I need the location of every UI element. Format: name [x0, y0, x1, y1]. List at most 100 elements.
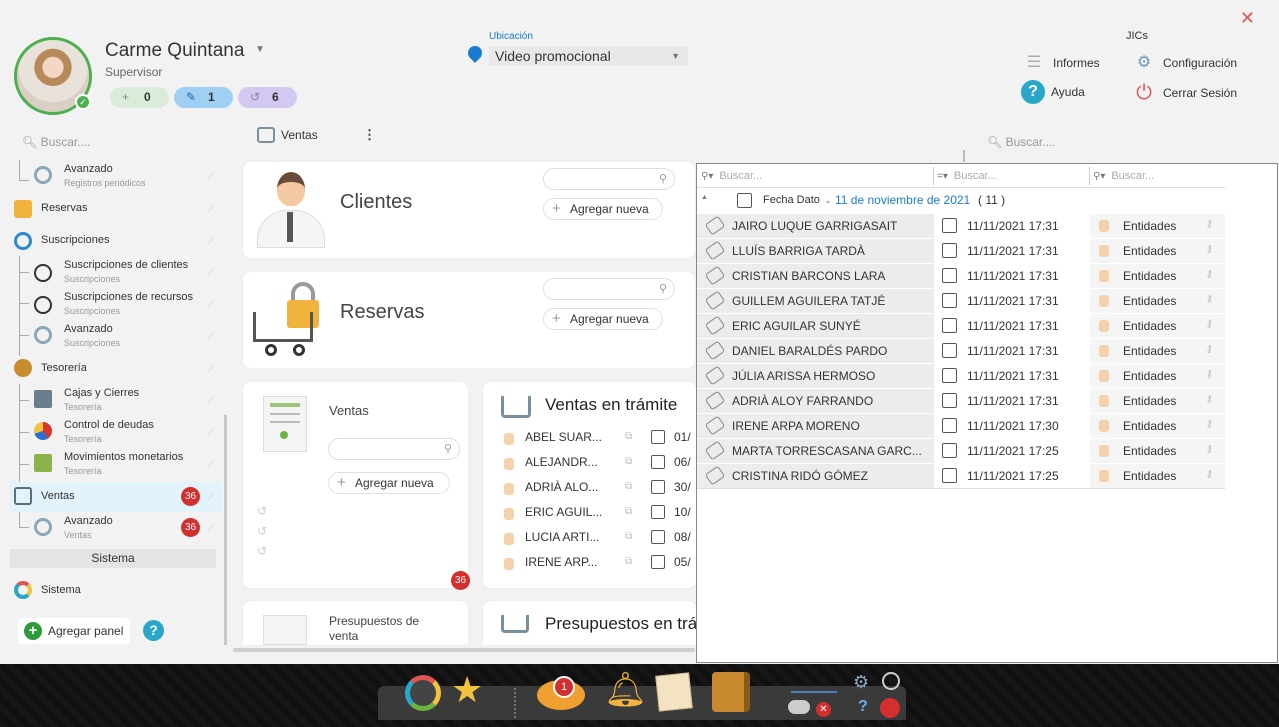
informes-button[interactable]: ☰ Informes — [1021, 50, 1100, 76]
search-key-icon[interactable]: ⚷ — [1206, 369, 1213, 380]
horizontal-scrollbar[interactable] — [233, 648, 695, 652]
clientes-search-input[interactable]: ⚲ — [543, 168, 675, 190]
gear-icon[interactable]: ⚙ — [853, 672, 869, 693]
cerrar-sesion-button[interactable]: ⏻ Cerrar Sesión — [1131, 80, 1237, 106]
user-name[interactable]: Carme Quintana — [105, 40, 244, 62]
pin-icon[interactable]: ⟋ — [208, 458, 214, 469]
sidebar-item-suscripciones-clientes[interactable]: Suscripciones de clientes Suscripciones … — [10, 256, 222, 288]
search-key-icon[interactable]: ⚷ — [1206, 444, 1213, 455]
configuracion-button[interactable]: ⚙ Configuración — [1131, 50, 1237, 76]
filter-name-input[interactable]: ⚲▾ Buscar... — [701, 164, 931, 188]
history-icon[interactable]: ↺ — [257, 524, 267, 538]
wallet-icon[interactable] — [712, 672, 750, 712]
sidebar-item-cajas-cierres[interactable]: Cajas y Cierres Tesorería ⟋ — [10, 384, 222, 416]
ayuda-button[interactable]: ? Ayuda — [1021, 80, 1085, 104]
clientes-add-button[interactable]: + Agregar nueva — [543, 198, 663, 220]
pin-icon[interactable]: ⟋ — [208, 204, 214, 215]
status-icon[interactable] — [791, 673, 837, 693]
table-row[interactable]: JÚLIA ARISSA HERMOSO 11/11/2021 17:31 Enti… — [697, 364, 1225, 389]
table-row[interactable]: LLUÍS BARRIGA TARDÀ 11/11/2021 17:31 Entid… — [697, 239, 1225, 264]
table-row[interactable]: IRENE ARPA MORENO 11/11/2021 17:30 Entidad… — [697, 414, 1225, 439]
pin-icon[interactable]: ⟋ — [208, 364, 214, 375]
sidebar-item-sistema[interactable]: Sistema — [14, 580, 226, 602]
search-key-icon[interactable]: ⚷ — [1206, 269, 1213, 280]
error-icon[interactable]: ✕ — [816, 702, 831, 717]
open-external-icon[interactable]: ⧉ — [625, 556, 632, 567]
list-item[interactable]: LUCIA ARTI... ⧉ 08/ — [498, 526, 698, 551]
pin-icon[interactable] — [880, 698, 900, 718]
right-search-input[interactable]: 🔍︎ Buscar.... — [987, 135, 1056, 149]
close-icon[interactable]: ✕ — [1240, 8, 1255, 29]
search-key-icon[interactable]: ⚷ — [1206, 219, 1213, 230]
list-item[interactable]: ALEJANDR... ⧉ 06/ — [498, 451, 698, 476]
equals-icon[interactable]: =▾ — [937, 171, 948, 182]
add-panel-button[interactable]: + Agregar panel — [18, 618, 130, 644]
table-row[interactable]: ADRIÀ ALOY FARRANDO 11/11/2021 17:31 Entid… — [697, 389, 1225, 414]
search-key-icon[interactable]: ⚷ — [1206, 394, 1213, 405]
help-icon[interactable]: ? — [858, 698, 868, 716]
pin-icon[interactable]: ⟋ — [208, 426, 214, 437]
sidebar-item-avanzado-registros[interactable]: Avanzado Registros periódicos ⟋ — [10, 160, 222, 192]
table-row[interactable]: ERIC AGUILAR SUNYÉ 11/11/2021 17:31 Entida… — [697, 314, 1225, 339]
star-icon[interactable]: ★ — [451, 672, 483, 708]
search-key-icon[interactable]: ⚷ — [1206, 344, 1213, 355]
chevron-down-icon[interactable]: ▼ — [255, 44, 265, 55]
sidebar-item-tesoreria[interactable]: Tesorería ⟋ — [10, 358, 222, 380]
location-select[interactable]: Video promocional ▼ — [489, 46, 688, 66]
sidebar-item-suscripciones-recursos[interactable]: Suscripciones de recursos Suscripciones … — [10, 288, 222, 320]
sidebar-item-avanzado-ventas[interactable]: Avanzado Ventas 36 ⟋ — [10, 512, 222, 544]
pin-icon[interactable]: ⟋ — [208, 266, 214, 277]
avatar[interactable]: ✓ — [14, 37, 92, 115]
table-row[interactable]: JAIRO LUQUE GARRIGASAIT 11/11/2021 17:31 E… — [697, 214, 1225, 239]
open-external-icon[interactable]: ⧉ — [625, 506, 632, 517]
search-key-icon[interactable]: ⚷ — [1206, 294, 1213, 305]
open-external-icon[interactable]: ⧉ — [625, 456, 632, 467]
search-icon[interactable]: ⚲▾ — [1093, 171, 1105, 182]
note-icon[interactable] — [655, 672, 693, 712]
sidebar-item-suscripciones[interactable]: Suscripciones ⟋ — [10, 230, 222, 252]
reservas-search-input[interactable]: ⚲ — [543, 278, 675, 300]
search-icon[interactable]: ⚲▾ — [701, 171, 713, 182]
pin-icon[interactable]: ⟋ — [208, 492, 214, 503]
reservas-add-button[interactable]: + Agregar nueva — [543, 308, 663, 330]
sidebar-item-movimientos[interactable]: Movimientos monetarios Tesorería ⟋ — [10, 448, 222, 480]
filter-entity-input[interactable]: ⚲▾ Buscar... — [1093, 164, 1223, 188]
bell-icon[interactable]: 🔔︎ — [604, 672, 647, 708]
sidebar-search-input[interactable]: 🔍︎ Buscar.... — [22, 135, 91, 149]
counter-new[interactable]: +0 — [110, 87, 169, 108]
sidebar-item-reservas[interactable]: Reservas ⟋ — [10, 198, 222, 220]
table-row[interactable]: MARTA TORRESCASANA GARC... 11/11/2021 17:… — [697, 439, 1225, 464]
pin-icon[interactable]: ⟋ — [208, 170, 214, 181]
open-external-icon[interactable]: ⧉ — [625, 531, 632, 542]
pin-icon[interactable]: ⟋ — [208, 394, 214, 405]
cloud-icon[interactable] — [788, 700, 810, 714]
search-key-icon[interactable]: ⚷ — [1206, 319, 1213, 330]
group-header-row[interactable]: ▲ Fecha Dato - 11 de noviembre de 2021 (… — [697, 189, 1225, 211]
open-external-icon[interactable]: ⧉ — [625, 431, 632, 442]
open-external-icon[interactable]: ⧉ — [625, 481, 632, 492]
table-row[interactable]: DANIEL BARALDÉS PARDO 11/11/2021 17:31 Ent… — [697, 339, 1225, 364]
sidebar-item-avanzado-suscripciones[interactable]: Avanzado Suscripciones ⟋ — [10, 320, 222, 352]
settings-ring-icon[interactable] — [405, 675, 441, 711]
collapse-icon[interactable]: ▲ — [701, 194, 708, 201]
history-icon[interactable]: ↺ — [257, 504, 267, 518]
filter-date-input[interactable]: =▾ Buscar... — [937, 164, 1087, 188]
ventas-search-input[interactable]: ⚲ — [328, 438, 460, 460]
pin-icon[interactable]: ⟋ — [208, 298, 214, 309]
tab-ventas[interactable]: Ventas — [257, 127, 318, 143]
clock-icon[interactable] — [882, 672, 900, 690]
help-icon[interactable]: ? — [143, 620, 164, 641]
sidebar-item-control-deudas[interactable]: Control de deudas Tesorería ⟋ — [10, 416, 222, 448]
list-item[interactable]: ADRIÀ ALO... ⧉ 30/ — [498, 476, 698, 501]
table-row[interactable]: GUILLEM AGUILERA TATJÉ 11/11/2021 17:31 En… — [697, 289, 1225, 314]
pin-icon[interactable]: ⟋ — [208, 236, 214, 247]
pin-icon[interactable]: ⟋ — [208, 522, 214, 533]
counter-edit[interactable]: ✎ 1 — [174, 87, 233, 108]
list-item[interactable]: IRENE ARP... ⧉ 05/ — [498, 551, 698, 576]
search-key-icon[interactable]: ⚷ — [1206, 469, 1213, 480]
table-row[interactable]: CRISTIAN BARCONS LARA 11/11/2021 17:31 Ent… — [697, 264, 1225, 289]
pin-icon[interactable]: ⟋ — [208, 330, 214, 341]
sidebar-scrollbar[interactable] — [224, 415, 227, 645]
sidebar-item-ventas[interactable]: Ventas 36 ⟋ — [10, 482, 222, 512]
search-key-icon[interactable]: ⚷ — [1206, 419, 1213, 430]
